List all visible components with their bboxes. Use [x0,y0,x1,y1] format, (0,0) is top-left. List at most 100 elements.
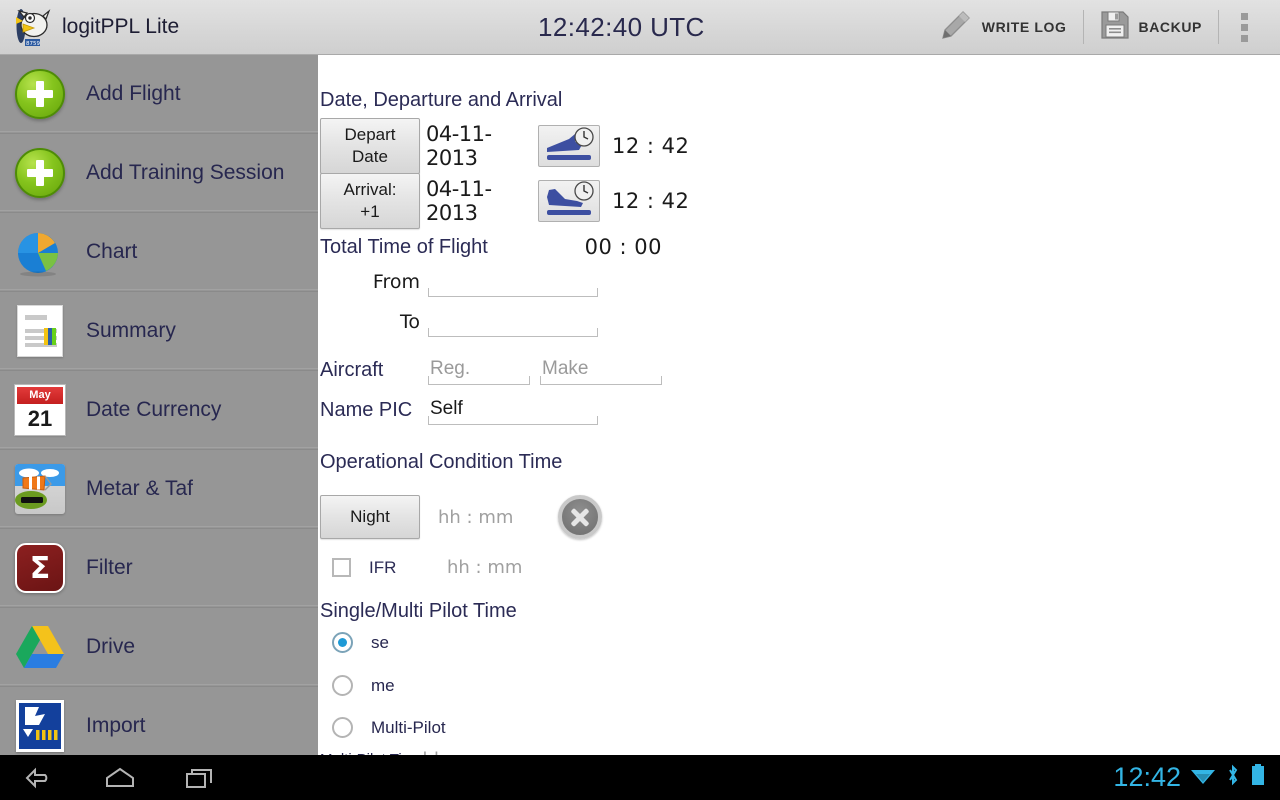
depart-date-button-line1: Depart [344,125,396,144]
radio-se[interactable] [332,632,353,653]
sidebar-item-date-currency[interactable]: May 21 Date Currency [0,371,318,450]
sidebar-item-label: Drive [86,635,136,658]
toolbar-actions: WRITE LOG BACKUP [923,0,1280,55]
system-navigation-bar: 12:42 [0,755,1280,800]
arrival-date-button-line2: +1 [360,202,380,221]
sidebar-item-label: Metar & Taf [86,477,193,500]
to-field[interactable] [428,307,598,337]
to-input[interactable] [430,307,596,334]
sidebar-item-label: Date Currency [86,398,222,421]
total-time-value: 00 : 00 [584,235,662,259]
sidebar-nav[interactable]: Add Flight Add Training Session Chart Su… [0,55,318,755]
recent-apps-icon[interactable] [160,755,240,800]
sidebar-item-label: Import [86,714,146,737]
aircraft-label: Aircraft [320,358,384,381]
name-pic-field[interactable] [428,395,598,425]
arrival-date-button-line1: Arrival: [343,180,397,199]
night-time-placeholder[interactable]: hh : mm [438,507,530,528]
pilot-option-multi-pilot[interactable]: Multi-Pilot [332,717,446,738]
landing-clock-icon[interactable] [538,180,600,222]
sigma-filter-icon: Σ [8,543,72,593]
arrival-date-button[interactable]: Arrival: +1 [320,173,420,229]
ifr-checkbox[interactable] [332,558,351,577]
top-app-bar: 8759 logitPPL Lite 12:42:40 UTC WRITE LO… [0,0,1280,55]
night-row: Night hh : mm [320,495,602,539]
sidebar-item-add-training-session[interactable]: Add Training Session [0,134,318,213]
aircraft-make-input[interactable] [542,355,660,382]
home-icon[interactable] [80,755,160,800]
name-pic-row: Name PIC [320,395,598,425]
takeoff-clock-icon[interactable] [538,125,600,167]
clear-circle-x-icon[interactable] [558,495,602,539]
sidebar-item-label: Chart [86,240,138,263]
sidebar-item-drive[interactable]: Drive [0,608,318,687]
ifr-label: IFR [369,557,397,577]
sidebar-item-metar-taf[interactable]: Metar & Taf [0,450,318,529]
radio-multi-pilot-label: Multi-Pilot [371,717,446,737]
flight-entry-form: Date, Departure and Arrival Depart Date … [319,55,1280,755]
radio-se-label: se [371,632,389,652]
arrival-row: Arrival: +1 04-11-2013 12 : 42 [320,173,689,229]
from-input[interactable] [430,267,596,294]
radio-multi-pilot[interactable] [332,717,353,738]
aircraft-reg-input[interactable] [430,355,528,382]
to-row: To [320,307,610,337]
total-time-row: Total Time of Flight 00 : 00 [320,235,662,259]
night-button[interactable]: Night [320,495,420,539]
back-arrow-icon[interactable] [0,755,80,800]
ifr-time-placeholder[interactable]: hh : mm [447,557,522,578]
windsock-weather-icon [8,464,72,514]
calendar-icon: May 21 [8,385,72,435]
section-title-pilot-time: Single/Multi Pilot Time [320,600,517,622]
arrival-date-value: 04-11-2013 [426,177,492,225]
write-log-button[interactable]: WRITE LOG [923,7,1083,47]
aircraft-make-field[interactable] [540,355,662,385]
app-brand: 8759 logitPPL Lite [0,4,320,50]
radio-me-label: me [371,675,395,695]
depart-date-button[interactable]: Depart Date [320,118,420,174]
depart-date-button-line2: Date [352,147,388,166]
name-pic-input[interactable] [430,395,596,422]
ifr-row: IFR hh : mm [332,557,522,578]
backup-button[interactable]: BACKUP [1084,7,1219,47]
from-field[interactable] [428,267,598,297]
pilot-option-se[interactable]: se [332,632,389,653]
utc-clock: 12:42:40 UTC [538,11,705,42]
pie-chart-icon [8,226,72,278]
import-icon [8,700,72,752]
section-title-operational: Operational Condition Time [320,451,563,473]
overflow-menu-icon[interactable] [1219,12,1266,42]
sidebar-item-label: Add Flight [86,82,181,105]
sigma-glyph: Σ [15,543,65,593]
sidebar-item-summary[interactable]: Summary [0,292,318,371]
utc-clock-container: 12:42:40 UTC [320,12,923,43]
sidebar-item-chart[interactable]: Chart [0,213,318,292]
pilot-option-me[interactable]: me [332,675,395,696]
sidebar-item-label: Summary [86,319,176,342]
wifi-icon [1190,764,1216,791]
green-plus-icon [8,148,72,198]
depart-row: Depart Date 04-11-2013 12 : 42 [320,118,689,174]
bird-propeller-logo-icon: 8759 [10,4,56,50]
section-title-date: Date, Departure and Arrival [320,89,563,111]
name-pic-label: Name PIC [320,398,413,421]
app-root: 8759 logitPPL Lite 12:42:40 UTC WRITE LO… [0,0,1280,800]
backup-label: BACKUP [1138,19,1202,35]
sidebar-item-filter[interactable]: Σ Filter [0,529,318,608]
aircraft-row: Aircraft [320,355,662,385]
battery-full-icon [1250,763,1266,792]
bluetooth-icon [1225,763,1241,792]
sidebar-item-add-flight[interactable]: Add Flight [0,55,318,134]
sidebar-item-import[interactable]: Import [0,687,318,755]
write-log-label: WRITE LOG [981,19,1067,35]
to-label: To [399,311,420,333]
green-plus-icon [8,69,72,119]
radio-me[interactable] [332,675,353,696]
calendar-month: May [17,387,63,404]
calendar-day: 21 [27,406,53,431]
sidebar-item-label: Add Training Session [86,161,285,184]
aircraft-reg-field[interactable] [428,355,530,385]
app-title: logitPPL Lite [62,15,180,38]
from-row: From [320,267,610,297]
depart-date-value: 04-11-2013 [426,122,492,170]
